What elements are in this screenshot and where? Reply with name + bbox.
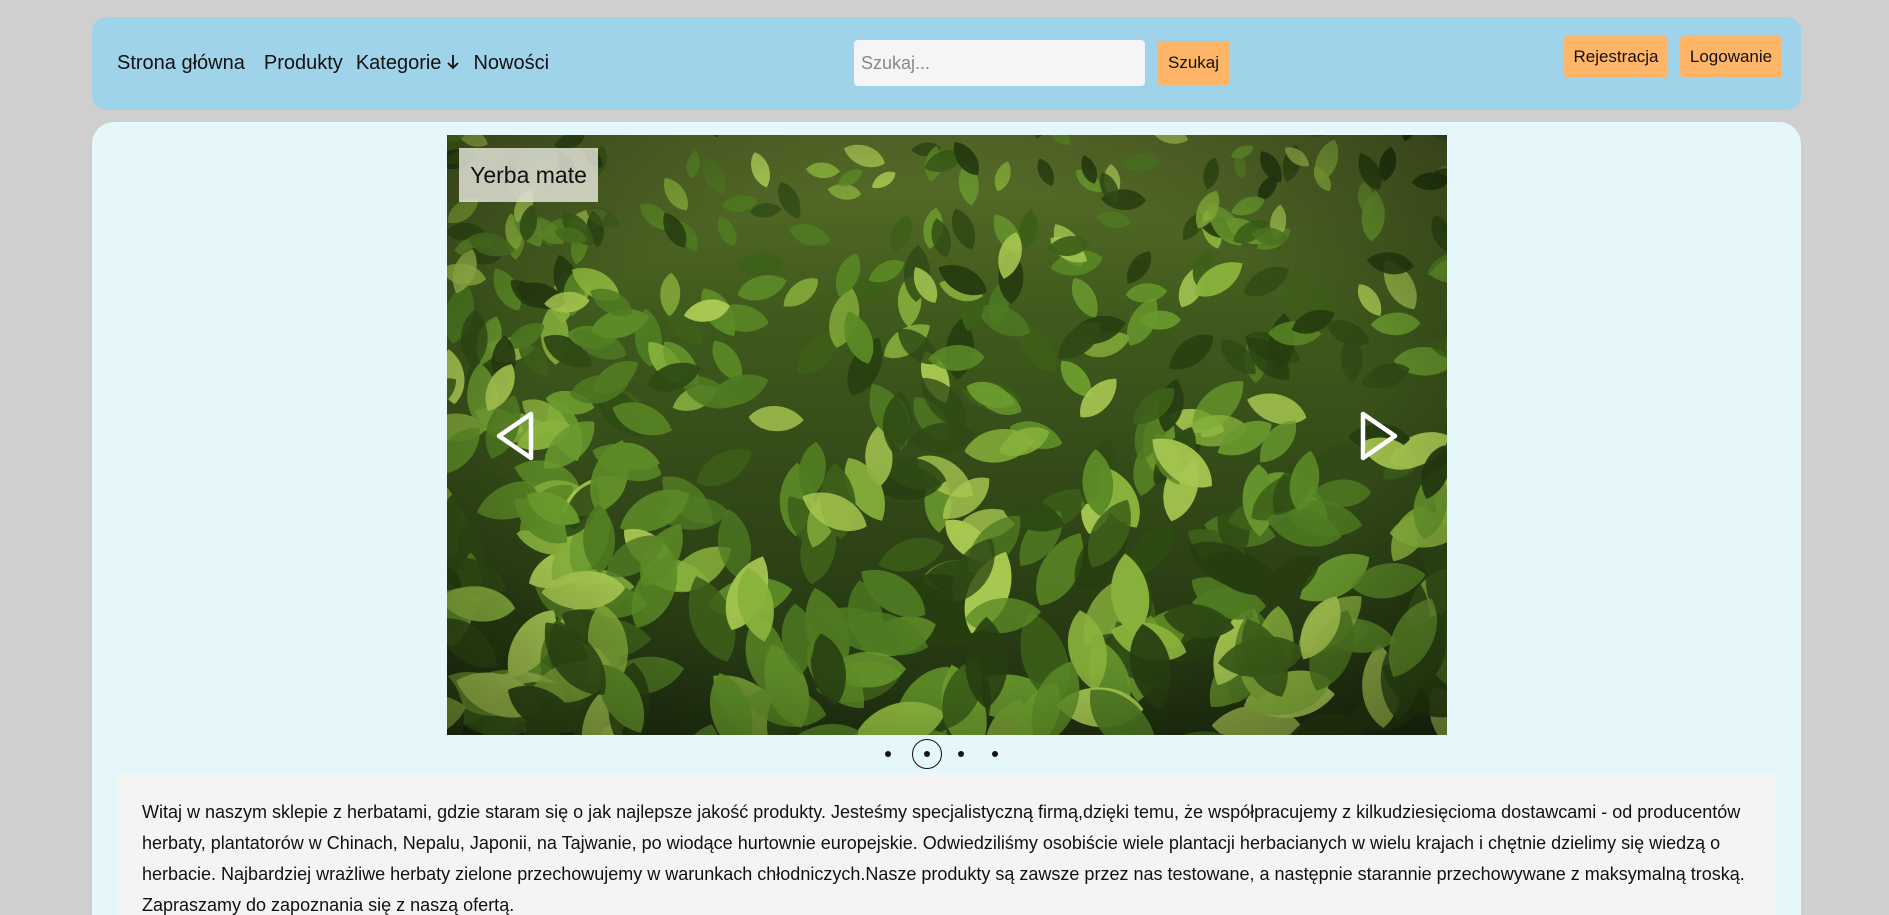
previous-slide-arrow-icon[interactable] <box>493 410 537 462</box>
slider-pagination <box>875 739 1005 769</box>
nav-categories-label: Kategorie <box>355 52 442 74</box>
slide-dot-3[interactable] <box>958 751 964 757</box>
main-nav: Strona główna Produkty Kategorie Nowości <box>117 17 562 110</box>
main-content: Yerba mate Witaj w naszym sklepie z herb… <box>92 122 1801 915</box>
arrow-down-icon <box>447 55 460 70</box>
nav-home-link[interactable]: Strona główna <box>117 52 245 75</box>
search-input[interactable] <box>854 40 1145 86</box>
slide-caption: Yerba mate <box>459 148 598 202</box>
search-button[interactable]: Szukaj <box>1157 41 1230 85</box>
image-slider: Yerba mate <box>447 135 1447 735</box>
nav-products-link[interactable]: Produkty <box>264 52 343 75</box>
slide-dot-1[interactable] <box>885 751 891 757</box>
top-navbar: Strona główna Produkty Kategorie Nowości… <box>92 17 1801 110</box>
welcome-paragraph: Witaj w naszym sklepie z herbatami, gdzi… <box>142 802 1745 915</box>
nav-categories-dropdown[interactable]: Kategorie <box>356 52 461 75</box>
login-button[interactable]: Logowanie <box>1680 36 1782 78</box>
slide-dot-2[interactable] <box>924 751 930 757</box>
slide-dot-4[interactable] <box>992 751 998 757</box>
register-button[interactable]: Rejestracja <box>1564 36 1668 78</box>
nav-news-link[interactable]: Nowości <box>473 52 549 75</box>
next-slide-arrow-icon[interactable] <box>1357 410 1401 462</box>
tea-plantation-image <box>447 135 1447 735</box>
welcome-text-box: Witaj w naszym sklepie z herbatami, gdzi… <box>117 773 1776 915</box>
